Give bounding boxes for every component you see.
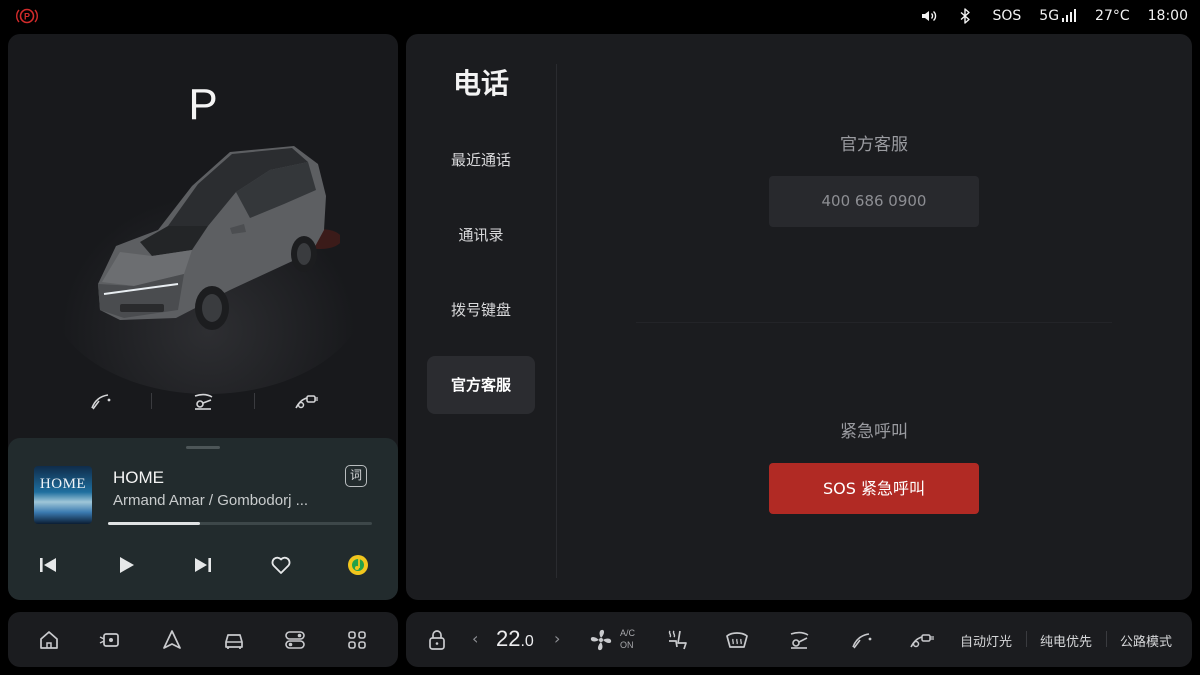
rear-wiper-icon[interactable] — [190, 388, 216, 414]
parking-brake-warning-icon: P — [16, 8, 38, 24]
progress-fill — [108, 522, 201, 525]
washer-icon[interactable] — [293, 388, 319, 414]
music-player[interactable]: HOME HOME Armand Amar / Gombodorj ... 词 — [8, 438, 398, 600]
rear-wiper-icon[interactable] — [786, 627, 812, 653]
album-art-text: HOME — [39, 476, 87, 492]
album-art[interactable]: HOME — [34, 466, 92, 524]
car-icon[interactable] — [222, 628, 246, 652]
auto-lights-button[interactable]: 自动灯光 — [960, 631, 1012, 650]
service-label: 官方客服 — [840, 135, 908, 155]
apps-icon[interactable] — [345, 628, 369, 652]
gear-indicator: P — [188, 80, 218, 129]
status-bar: P SOS 5G 27°C 18:00 — [0, 0, 1200, 32]
playback-progress[interactable] — [108, 522, 372, 525]
divider — [151, 393, 152, 409]
app-dock — [8, 612, 398, 667]
song-artist: Armand Amar / Gombodorj ... — [113, 492, 309, 509]
clock: 18:00 — [1147, 8, 1188, 24]
wiper-icon[interactable] — [87, 388, 113, 414]
lyrics-button[interactable]: 词 — [345, 465, 367, 487]
sos-status-label[interactable]: SOS — [992, 8, 1021, 24]
defrost-icon[interactable] — [724, 627, 750, 653]
nav-dial-pad[interactable]: 拨号键盘 — [427, 281, 535, 339]
toggles-icon[interactable] — [283, 628, 307, 652]
divider — [1106, 631, 1107, 647]
network-label: 5G — [1039, 8, 1060, 24]
climate-dock: ‹ 22.0 › A/C ON 自动灯光 纯电优先 公路模式 — [406, 612, 1192, 667]
cabin-temperature[interactable]: 22.0 — [496, 626, 534, 652]
washer-icon[interactable] — [908, 627, 936, 653]
divider — [636, 322, 1112, 323]
nav-recent-calls[interactable]: 最近通话 — [427, 131, 535, 189]
favorite-icon[interactable] — [269, 553, 293, 577]
outside-temperature: 27°C — [1095, 8, 1130, 24]
temp-decrease-button[interactable]: ‹ — [472, 629, 478, 648]
temp-increase-button[interactable]: › — [554, 629, 560, 648]
temperature-whole: 22 — [496, 626, 521, 651]
vehicle-panel: P HOME HOME Armand Amar / Gombodorj ... … — [8, 34, 398, 600]
temperature-decimal: .0 — [520, 633, 534, 650]
ac-state: ON — [620, 640, 634, 650]
home-icon[interactable] — [37, 628, 61, 652]
divider — [254, 393, 255, 409]
vehicle-image[interactable] — [80, 134, 340, 364]
signal-strength-icon — [1062, 9, 1077, 22]
svg-text:P: P — [24, 12, 30, 22]
nav-contacts[interactable]: 通讯录 — [427, 206, 535, 264]
phone-app: 电话 最近通话 通讯录 拨号键盘 官方客服 官方客服 400 686 0900 … — [406, 34, 1192, 600]
volume-icon[interactable] — [920, 7, 938, 25]
navigation-icon[interactable] — [160, 628, 184, 652]
ac-status[interactable]: A/C ON — [620, 627, 635, 651]
nav-official-service[interactable]: 官方客服 — [427, 356, 535, 414]
highway-mode-button[interactable]: 公路模式 — [1120, 631, 1172, 650]
song-title: HOME — [113, 468, 164, 487]
playback-controls — [28, 550, 378, 580]
play-icon[interactable] — [114, 553, 138, 577]
emergency-label: 紧急呼叫 — [840, 422, 908, 442]
wiper-icon[interactable] — [848, 627, 874, 653]
qq-music-icon[interactable] — [346, 553, 370, 577]
service-number-button[interactable]: 400 686 0900 — [769, 176, 979, 227]
ev-priority-button[interactable]: 纯电优先 — [1040, 631, 1092, 650]
sos-call-button[interactable]: SOS 紧急呼叫 — [769, 463, 979, 514]
divider — [556, 64, 557, 578]
lock-icon[interactable] — [426, 627, 448, 653]
fan-icon[interactable] — [588, 627, 614, 653]
network-indicator: 5G — [1039, 8, 1077, 24]
previous-icon[interactable] — [36, 553, 60, 577]
next-icon[interactable] — [191, 553, 215, 577]
camera-icon[interactable] — [98, 628, 122, 652]
page-title: 电话 — [452, 67, 509, 100]
seat-heat-icon[interactable] — [664, 627, 690, 653]
ac-label: A/C — [620, 628, 636, 638]
drag-handle[interactable] — [186, 446, 220, 449]
divider — [1026, 631, 1027, 647]
bluetooth-icon[interactable] — [956, 7, 974, 25]
quick-actions — [68, 386, 338, 416]
